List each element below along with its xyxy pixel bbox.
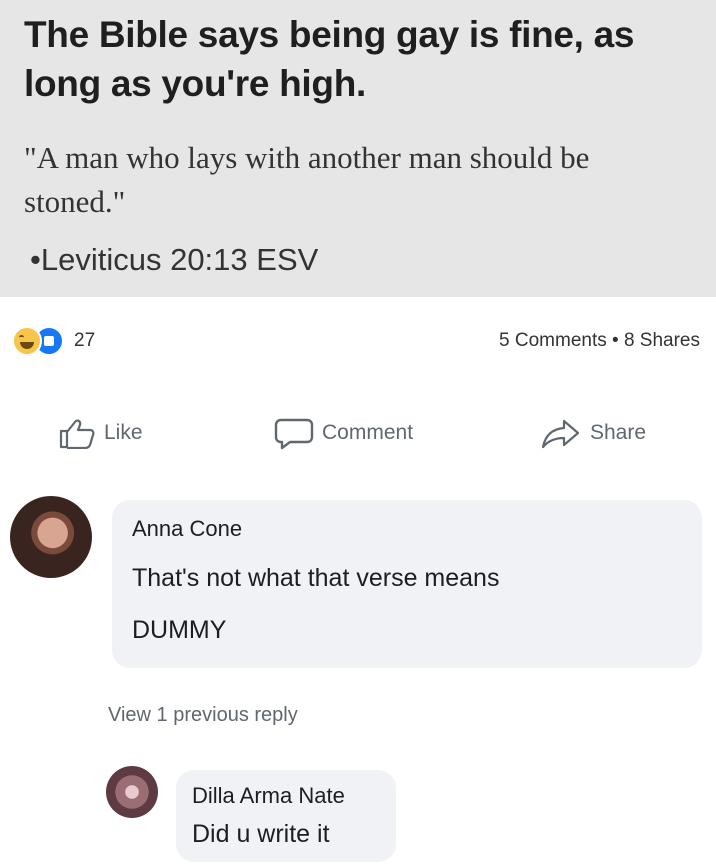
- post-headline: The Bible says being gay is fine, as lon…: [24, 14, 635, 104]
- reply-author[interactable]: Dilla Arma Nate: [192, 783, 345, 809]
- speech-bubble-icon: [274, 418, 314, 450]
- share-label: Share: [590, 421, 647, 444]
- post-actions: Like Comment Share: [0, 410, 716, 456]
- commenter-avatar[interactable]: [10, 496, 92, 578]
- comments-shares-count[interactable]: 5 Comments • 8 Shares: [499, 327, 700, 355]
- share-button[interactable]: Share: [540, 410, 646, 456]
- comment-line-2: DUMMY: [132, 616, 227, 644]
- reply-text: Did u write it: [192, 820, 330, 848]
- comment-line-1: That's not what that verse means: [132, 564, 500, 592]
- reply-avatar[interactable]: [106, 766, 158, 818]
- reaction-summary[interactable]: 27: [12, 326, 95, 356]
- haha-reaction-icon: [12, 326, 42, 356]
- comment-text: That's not what that verse means DUMMY: [132, 552, 692, 656]
- post-quote: "A man who lays with another man should …: [24, 140, 590, 219]
- share-arrow-icon: [541, 419, 580, 449]
- view-previous-replies-link[interactable]: View 1 previous reply: [108, 704, 298, 727]
- like-label: Like: [104, 421, 143, 444]
- post-citation: •Leviticus 20:13 ESV: [30, 242, 319, 277]
- comment-button[interactable]: Comment: [274, 410, 413, 456]
- thumbs-up-icon: [59, 419, 95, 449]
- comment-author[interactable]: Anna Cone: [132, 516, 242, 542]
- post-image: The Bible says being gay is fine, as lon…: [0, 0, 716, 297]
- like-button[interactable]: Like: [58, 410, 143, 456]
- comment-label: Comment: [322, 421, 414, 444]
- reaction-count: 27: [74, 330, 96, 351]
